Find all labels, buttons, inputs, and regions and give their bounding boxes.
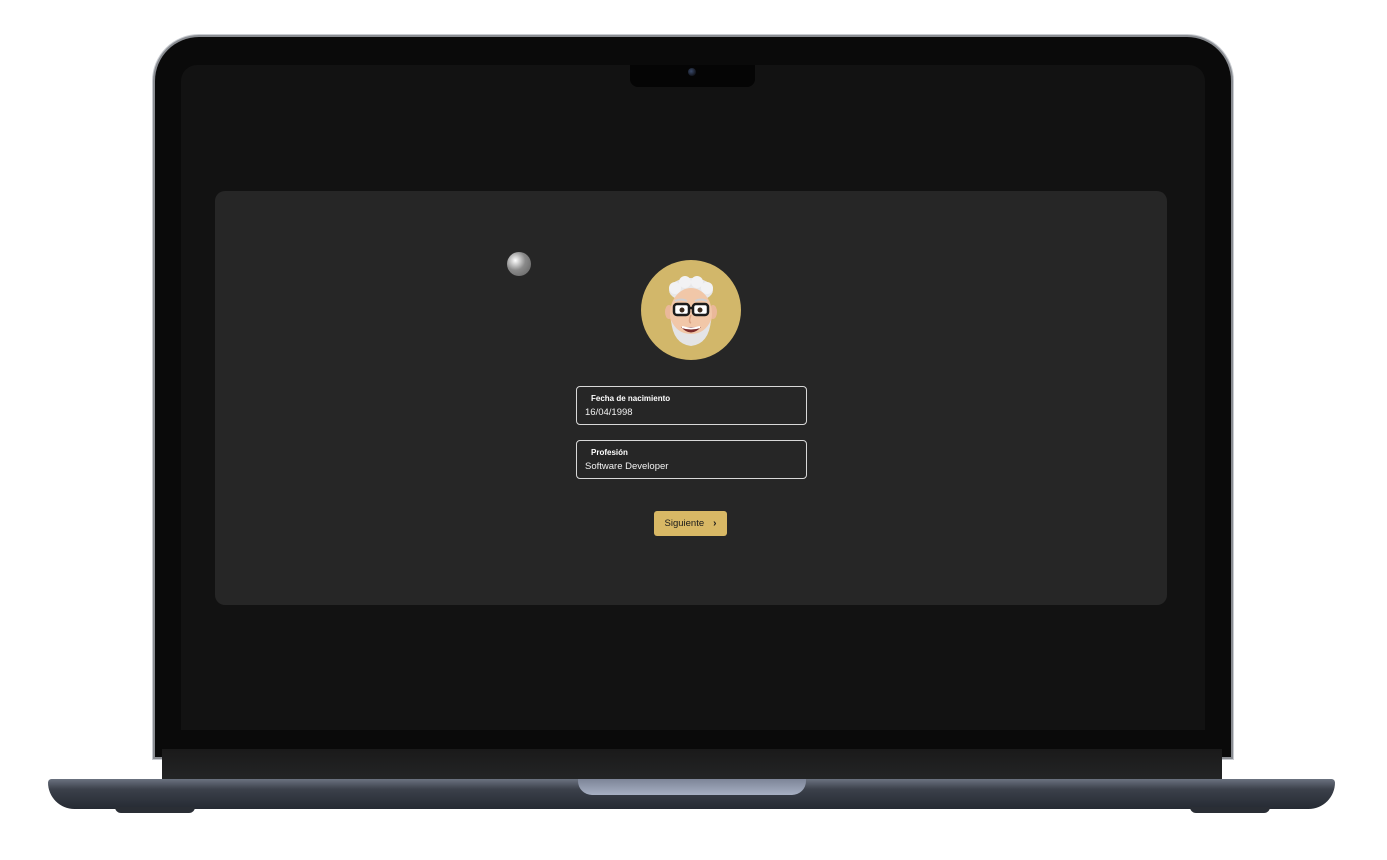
birthdate-value: 16/04/1998 xyxy=(585,407,633,418)
next-button-label: Siguiente xyxy=(664,518,705,529)
laptop-foot-right xyxy=(1190,807,1270,813)
memoji-avatar-icon xyxy=(665,276,717,346)
profession-label: Profesión xyxy=(591,448,628,457)
birthdate-label: Fecha de nacimiento xyxy=(591,394,671,403)
laptop-screen: Fecha de nacimiento 16/04/1998 Profesión… xyxy=(181,65,1205,730)
laptop-hinge xyxy=(162,749,1222,779)
camera-icon xyxy=(688,68,696,76)
laptop-lid: Fecha de nacimiento 16/04/1998 Profesión… xyxy=(155,37,1231,757)
profile-form-panel: Fecha de nacimiento 16/04/1998 Profesión… xyxy=(215,191,1167,605)
profession-value: Software Developer xyxy=(585,461,669,472)
avatar[interactable] xyxy=(641,260,741,360)
cursor-dot-icon xyxy=(507,252,531,276)
laptop-foot-left xyxy=(115,807,195,813)
laptop-base xyxy=(48,779,1335,809)
trackpad-notch xyxy=(578,779,806,795)
chevron-right-icon: › xyxy=(713,518,717,529)
birthdate-field[interactable]: Fecha de nacimiento 16/04/1998 xyxy=(576,386,807,425)
next-button[interactable]: Siguiente › xyxy=(654,511,727,536)
profession-field[interactable]: Profesión Software Developer xyxy=(576,440,807,479)
camera-notch xyxy=(630,65,755,87)
